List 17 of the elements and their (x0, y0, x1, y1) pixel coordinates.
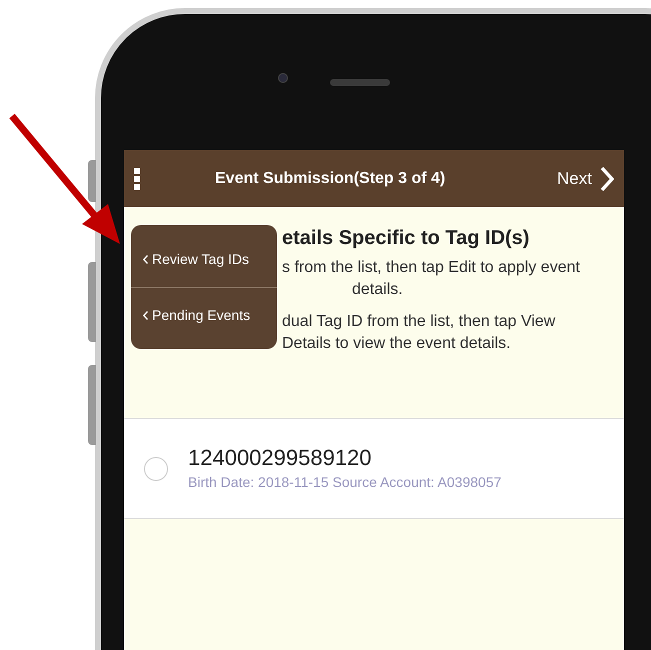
tag-id: 124000299589120 (188, 444, 373, 472)
instruction-text: details. (352, 280, 403, 300)
radio-button[interactable] (144, 456, 168, 480)
chevron-left-icon (143, 311, 148, 320)
header-title: Event Submission(Step 3 of 4) (215, 168, 446, 188)
menu-item[interactable]: Review Tag IDs (131, 231, 277, 287)
more-icon[interactable] (134, 168, 140, 190)
chevron-left-icon (143, 254, 148, 264)
chevron-right-icon (600, 166, 614, 192)
instruction-text: s from the list, then tap Edit to apply event (282, 258, 580, 278)
next-button[interactable]: Next (557, 166, 614, 192)
tag-details: Birth Date: 2018-11-15 Source Account: A0398057 (188, 473, 502, 492)
instruction-text: Details to view the event details. (282, 334, 511, 354)
section-heading: etails Specific to Tag ID(s) (282, 226, 530, 251)
speaker-slot (330, 79, 390, 86)
instruction-text: dual Tag ID from the list, then tap View (282, 312, 556, 332)
menu-item[interactable]: Pending Events (131, 287, 277, 343)
